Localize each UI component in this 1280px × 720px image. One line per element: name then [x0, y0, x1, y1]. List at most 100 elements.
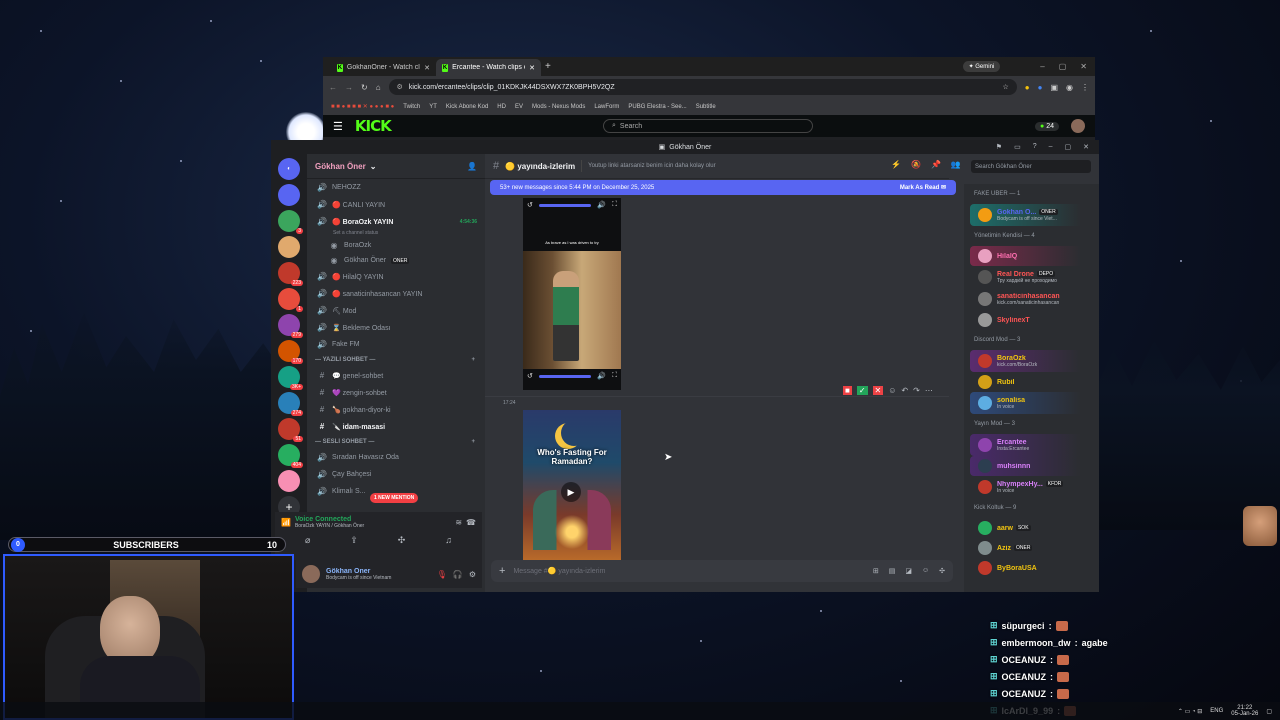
reply-icon[interactable]: ↶ — [901, 386, 908, 395]
browser-tab-2[interactable]: K Ercantee - Watch clips on Kick ✕ — [436, 59, 541, 76]
clock-date[interactable]: 05-Jan-26 — [1231, 711, 1258, 717]
emoji-icon[interactable]: ☺ — [922, 567, 929, 575]
menu-dots-icon[interactable]: ⋮ — [1081, 83, 1089, 92]
gemini-button[interactable]: ✦ Gemini — [962, 61, 1001, 72]
forward-icon[interactable]: → — [345, 83, 353, 92]
voice-location[interactable]: BoraOzk YAYIN / Gökhan Öner — [295, 523, 364, 529]
voice-member[interactable]: ◉ Gökhan Öner ONER — [307, 253, 485, 268]
server-icon[interactable]: 404 — [278, 444, 303, 468]
guild-header[interactable]: Gökhan Öner ⌄ 👤 — [307, 154, 485, 179]
replay-icon[interactable]: ↺ — [527, 372, 533, 380]
language-indicator[interactable]: ENG — [1210, 708, 1223, 714]
profile-avatar[interactable]: ◉ — [1066, 83, 1073, 92]
address-bar[interactable]: ⚙ kick.com/ercantee/clips/clip_01KDKJK44… — [388, 79, 1017, 95]
kick-logo[interactable]: KICK — [355, 117, 392, 135]
voice-channel[interactable]: 🔊 🔴 sanaticinhasancan YAYIN — [307, 285, 485, 302]
inbox-icon[interactable]: ⚑ — [996, 143, 1002, 151]
settings-gear-icon[interactable]: ⚙ — [469, 570, 476, 579]
minimize-icon[interactable]: – — [1040, 62, 1044, 71]
bookmark-item[interactable]: HD — [497, 104, 506, 110]
deafen-icon[interactable]: 🎧 — [453, 570, 463, 579]
server-icon[interactable] — [278, 184, 300, 206]
member-item[interactable]: Aziz ONER — [970, 538, 1093, 558]
new-messages-bar[interactable]: 53+ new messages since 5:44 PM on Decemb… — [490, 180, 956, 195]
mic-muted-icon[interactable]: 🎙 — [437, 570, 447, 579]
server-icon[interactable]: 51 — [278, 418, 303, 442]
browser-tab-1[interactable]: K GokhanOner - Watch clips on Ki ✕ — [331, 59, 436, 76]
close-tab-icon[interactable]: ✕ — [529, 64, 535, 72]
server-icon[interactable] — [278, 236, 300, 258]
video-attachment-1[interactable]: ↺ 🔊 ⛶ As brave as I was driven to try ↺ 🔊 ⛶ — [523, 198, 621, 390]
home-icon[interactable]: ⌂ — [376, 83, 381, 92]
noise-suppression-icon[interactable]: ≋ — [455, 518, 462, 527]
channel-status[interactable]: Set a channel status — [307, 230, 485, 238]
new-tab-icon[interactable]: + — [545, 61, 551, 72]
category-header[interactable]: — SESLI SOHBET — + — [307, 435, 485, 449]
user-avatar[interactable] — [302, 565, 320, 583]
check-reaction-icon[interactable]: ✓ — [856, 386, 868, 395]
new-mention-pill[interactable]: 1 NEW MENTION — [370, 493, 419, 503]
maximize-icon[interactable]: ▢ — [1065, 143, 1072, 151]
notification-icon[interactable]: 🔕 — [911, 160, 921, 169]
reaction-icon[interactable]: ■ — [843, 386, 852, 395]
member-item[interactable]: SkylinexT — [970, 310, 1093, 330]
member-item[interactable]: sanaticinhasancan kick.com/sanaticinhasan… — [970, 288, 1093, 310]
progress-bar[interactable] — [538, 203, 592, 207]
voice-channel[interactable]: 🔊 🔴 CANLI YAYIN — [307, 196, 485, 213]
more-icon[interactable]: ⋯ — [925, 386, 933, 395]
category-header[interactable]: — YAZILI SOHBET — + — [307, 353, 485, 367]
member-item[interactable]: Real Drone DEPO Тру хардкій не проходимо — [970, 266, 1093, 288]
volume-icon[interactable]: 🔊 — [597, 201, 606, 209]
voice-channel[interactable]: 🔊 Çay Bahçesi — [307, 466, 485, 483]
kick-points-badge[interactable]: ● 24 — [1035, 121, 1059, 131]
voice-channel[interactable]: 🔊 ⛏ Mod — [307, 302, 485, 319]
tray-icons[interactable]: ⌃ ▭ ◔ ⊟ — [1178, 708, 1202, 715]
fullscreen-icon[interactable]: ⛶ — [612, 201, 617, 209]
search-box[interactable]: Search Gökhan Öner — [971, 160, 1091, 173]
member-item[interactable]: Ercantee Insta:Ercantee — [970, 434, 1093, 456]
bookmark-star-icon[interactable]: ☆ — [1002, 83, 1008, 91]
add-friend-icon[interactable]: 👤 — [467, 162, 477, 171]
close-tab-icon[interactable]: ✕ — [424, 64, 430, 72]
server-icon[interactable]: 274 — [278, 392, 303, 416]
gift-icon[interactable]: ⊞ — [873, 567, 879, 575]
video-controls-bottom[interactable]: ↺ 🔊 ⛶ — [523, 369, 621, 383]
progress-bar[interactable] — [538, 374, 592, 378]
x-reaction-icon[interactable]: ✕ — [872, 386, 884, 395]
bookmark-item[interactable]: Subtitle — [696, 104, 716, 110]
video-off-icon[interactable]: ⌀ — [305, 535, 310, 546]
fullscreen-icon[interactable]: ⛶ — [612, 372, 617, 380]
hamburger-menu-icon[interactable]: ☰ — [333, 120, 343, 133]
add-reaction-icon[interactable]: ☺ — [888, 386, 896, 395]
bookmark-item[interactable]: PUBG Elestra - See... — [628, 104, 686, 110]
disconnect-icon[interactable]: ☎ — [466, 518, 476, 527]
close-window-icon[interactable]: ✕ — [1080, 62, 1087, 71]
text-channel[interactable]: # 💜 zengin-sohbet — [307, 384, 485, 401]
member-item[interactable]: ByBoraUSA — [970, 558, 1093, 578]
user-avatar[interactable] — [1071, 119, 1085, 133]
attach-plus-icon[interactable]: + — [499, 565, 505, 577]
message-input[interactable]: Message #🟡 yayında-izlerim — [513, 567, 605, 575]
server-icon[interactable]: 3 — [278, 210, 303, 234]
volume-icon[interactable]: 🔊 — [597, 372, 606, 380]
member-item[interactable]: NhympexHy... KFDR In voice — [970, 476, 1093, 498]
server-icon[interactable]: 223 — [278, 262, 303, 286]
member-item[interactable]: sonalisa In voice — [970, 392, 1093, 414]
pin-icon[interactable]: 📌 — [931, 160, 941, 169]
voice-member[interactable]: ◉ BoraOzk — [307, 238, 485, 253]
voice-channel[interactable]: 🔊 Sıradan Havasız Oda — [307, 449, 485, 466]
voice-channel[interactable]: 🔊 🔴 BoraOzk YAYIN 4:54:36 — [307, 213, 485, 230]
server-icon[interactable]: 279 — [278, 314, 303, 338]
gif-icon[interactable]: ▤ — [889, 567, 896, 575]
play-icon[interactable]: ▶ — [561, 482, 581, 502]
kick-search-input[interactable]: ⌕ Search — [603, 119, 813, 133]
bookmark-item[interactable]: EV — [515, 104, 523, 110]
server-icon[interactable] — [278, 470, 300, 492]
forward-icon[interactable]: ↷ — [913, 386, 920, 395]
member-item[interactable]: muhsinnn — [970, 456, 1093, 476]
server-icon[interactable]: 1 — [278, 288, 303, 312]
help-icon[interactable]: ? — [1033, 143, 1037, 151]
bookmark-item[interactable]: YT — [429, 104, 437, 110]
member-item[interactable]: Gokhan O... ONER Bodycam is off since Viet… — [970, 204, 1093, 226]
bookmark-item[interactable]: LawForm — [594, 104, 619, 110]
